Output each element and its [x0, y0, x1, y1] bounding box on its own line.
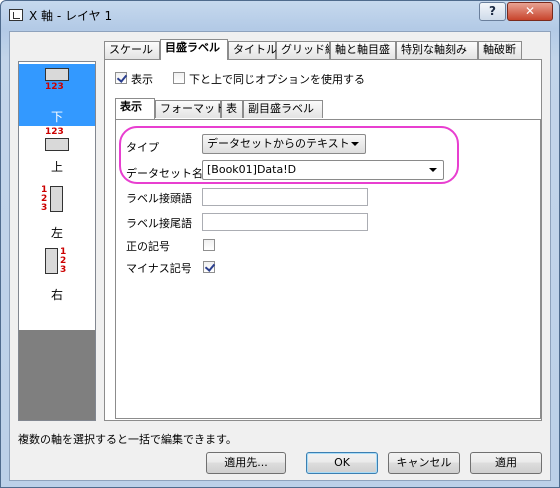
tab-title[interactable]: タイトル — [228, 41, 277, 59]
prefix-label: ラベル接頭語 — [126, 192, 192, 205]
apply-to-button[interactable]: 適用先... — [206, 452, 286, 474]
show-checkbox[interactable] — [115, 72, 127, 84]
top-axis-icon — [45, 138, 69, 151]
axis-tick-numbers: 123 — [60, 247, 67, 275]
tab-tick-labels[interactable]: 目盛ラベル — [160, 39, 228, 60]
minus-sign-checkbox[interactable] — [203, 261, 215, 273]
axis-selector: 123 下 123 上 123 左 123 右 — [18, 61, 96, 421]
display-subpanel: タイプ データセットからのテキスト データセット名 [Book01]Data!D… — [115, 119, 541, 419]
plus-sign-checkbox[interactable] — [203, 239, 215, 251]
axis-item-label: 下 — [50, 110, 63, 124]
dialog-client: 123 下 123 上 123 左 123 右 スケール 目盛ラベル タイトル … — [9, 31, 551, 481]
window-title: X 軸 - レイヤ 1 — [29, 9, 113, 23]
axis-tick-numbers: 123 — [45, 82, 64, 92]
axis-item-top[interactable]: 123 上 — [19, 128, 95, 190]
plus-sign-label: 正の記号 — [126, 240, 170, 253]
subtab-table[interactable]: 表 — [221, 100, 243, 118]
show-label: 表示 — [131, 73, 153, 86]
right-axis-icon — [45, 248, 58, 274]
suffix-input[interactable] — [202, 213, 368, 231]
chevron-down-icon — [351, 142, 359, 146]
axis-item-right[interactable]: 123 右 — [19, 244, 95, 306]
tab-axis-ticks[interactable]: 軸と軸目盛 — [330, 41, 396, 59]
status-text: 複数の軸を選択すると一括で編集できます。 — [18, 433, 237, 446]
same-option-label: 下と上で同じオプションを使用する — [189, 73, 365, 86]
ok-button[interactable]: OK — [306, 452, 378, 474]
dialog-window: X 軸 - レイヤ 1 ? ✕ 123 下 123 上 123 左 123 右 … — [0, 0, 560, 488]
cancel-button[interactable]: キャンセル — [388, 452, 460, 474]
tab-grid-lines[interactable]: グリッド線 — [276, 41, 336, 59]
tab-special-ticks[interactable]: 特別な軸刻み — [396, 41, 478, 59]
tab-axis-break[interactable]: 軸破断 — [478, 41, 522, 59]
subtab-minor-tick-labels[interactable]: 副目盛ラベル — [243, 100, 323, 118]
left-axis-icon — [50, 186, 63, 212]
tick-labels-panel: 表示 下と上で同じオプションを使用する 表示 フォーマット 表 副目盛ラベル タ… — [104, 59, 542, 421]
tab-scale[interactable]: スケール — [104, 41, 160, 59]
axis-item-label: 上 — [50, 160, 63, 174]
dataset-label: データセット名 — [126, 167, 203, 180]
close-button[interactable]: ✕ — [507, 2, 553, 21]
chevron-down-icon — [429, 168, 437, 172]
minus-sign-label: マイナス記号 — [126, 262, 192, 275]
axis-tick-numbers: 123 — [45, 127, 64, 137]
window-icon — [9, 9, 23, 21]
axis-item-label: 右 — [50, 288, 63, 302]
bottom-axis-icon — [45, 68, 69, 81]
axis-item-left[interactable]: 123 左 — [19, 182, 95, 244]
dataset-dropdown-value: [Book01]Data!D — [207, 163, 297, 176]
type-dropdown-value: データセットからのテキスト — [207, 137, 350, 150]
title-bar: X 軸 - レイヤ 1 ? ✕ — [1, 1, 559, 29]
type-label: タイプ — [126, 141, 159, 154]
dataset-dropdown[interactable]: [Book01]Data!D — [202, 160, 444, 180]
subtab-display[interactable]: 表示 — [115, 98, 155, 119]
prefix-input[interactable] — [202, 188, 368, 206]
same-option-checkbox[interactable] — [173, 72, 185, 84]
help-button[interactable]: ? — [479, 2, 506, 21]
axis-item-bottom[interactable]: 123 下 — [19, 64, 95, 126]
axis-tick-numbers: 123 — [41, 185, 48, 213]
apply-button[interactable]: 適用 — [470, 452, 542, 474]
suffix-label: ラベル接尾語 — [126, 217, 192, 230]
axis-item-label: 左 — [50, 226, 63, 240]
subtab-format[interactable]: フォーマット — [155, 100, 226, 118]
type-dropdown[interactable]: データセットからのテキスト — [202, 134, 366, 154]
